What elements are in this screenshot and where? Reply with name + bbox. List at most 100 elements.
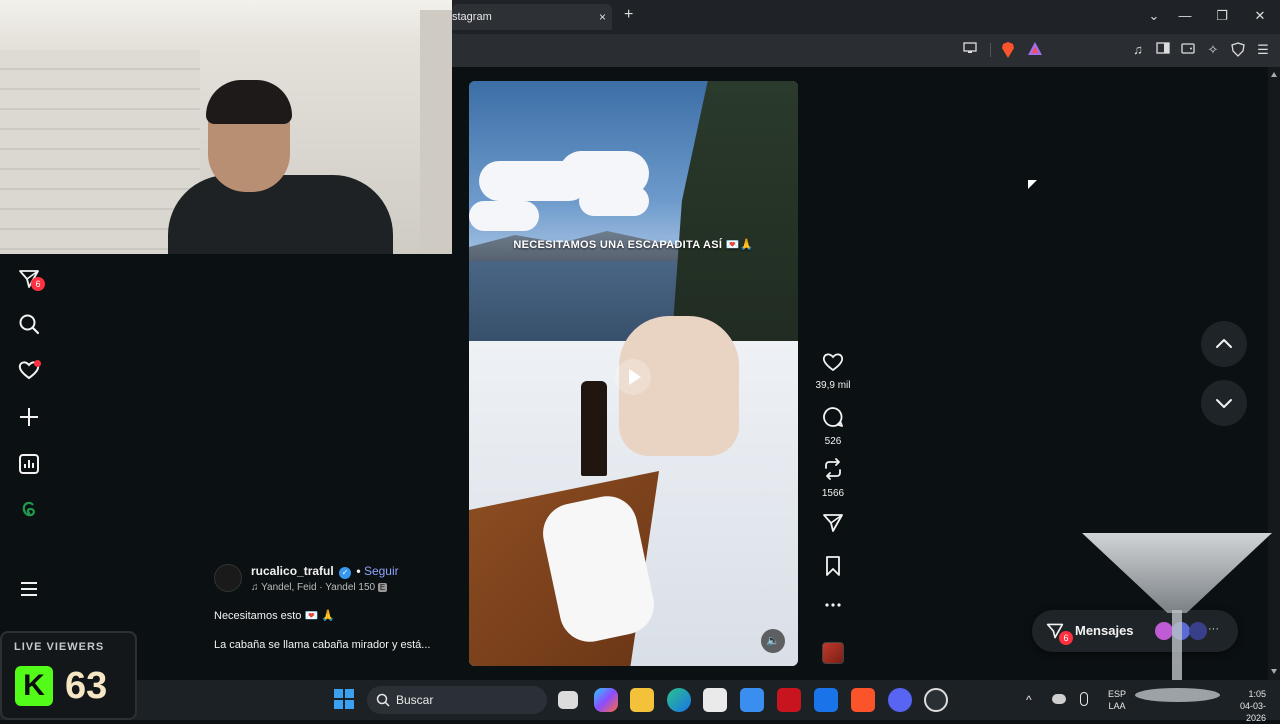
close-window-button[interactable]: ✕ — [1250, 6, 1270, 26]
audio-thumbnail[interactable] — [822, 642, 844, 664]
search-icon — [19, 314, 40, 335]
mcafee-icon[interactable] — [777, 688, 801, 712]
contact-avatar — [1155, 622, 1173, 640]
hamburger-menu-icon — [21, 582, 37, 596]
volume-icon[interactable]: 🔈 — [761, 629, 785, 653]
music-label: Yandel, Feid · Yandel 150 — [261, 582, 376, 593]
close-tab-icon[interactable]: × — [599, 4, 606, 30]
separator-dot: • — [356, 564, 361, 578]
contact-avatar — [1189, 622, 1207, 640]
post-description-more[interactable]: La cabaña se llama cabaña mirador y está… — [214, 639, 430, 651]
chatgpt-icon[interactable] — [924, 688, 948, 712]
dashboard-icon — [19, 454, 39, 474]
search-icon — [376, 693, 390, 707]
discord-icon[interactable] — [888, 688, 912, 712]
reel-video[interactable]: NECESITAMOS UNA ESCAPADITA ASÍ 💌🙏 🔈 — [469, 81, 798, 666]
edge-icon[interactable] — [667, 688, 691, 712]
notification-badge: 6 — [31, 277, 45, 291]
verified-icon: ✓ — [339, 567, 352, 579]
sidebar-item-more[interactable] — [18, 578, 42, 602]
tray-chevron-up-icon[interactable]: ^ — [1026, 693, 1032, 707]
kick-logo-icon: K — [15, 666, 53, 706]
leo-ai-icon[interactable]: ✧ — [1205, 42, 1221, 58]
wallet-icon[interactable] — [1180, 42, 1196, 58]
viewer-count: 63 — [65, 665, 108, 707]
music-row[interactable]: ♫ Yandel, Feid · Yandel 150 E — [251, 582, 388, 593]
webcam-overlay — [0, 0, 452, 254]
share-button[interactable] — [813, 512, 853, 539]
comment-icon — [823, 407, 843, 427]
mouse-cursor — [1028, 180, 1037, 189]
sidebar-item-notifications[interactable] — [18, 359, 42, 383]
brave-icon[interactable] — [851, 688, 875, 712]
sidebar-item-messages[interactable]: 6 — [18, 268, 45, 292]
tab-title: stagram — [452, 11, 492, 23]
messages-pill[interactable]: 6 Mensajes ··· — [1032, 610, 1238, 652]
save-button[interactable] — [813, 555, 853, 582]
minimize-button[interactable]: — — [1175, 6, 1195, 26]
like-count: 39,9 mil — [815, 380, 851, 391]
keyboard-layout: LAA — [1108, 701, 1126, 711]
restore-button[interactable]: ❐ — [1212, 6, 1232, 26]
avatar[interactable] — [214, 564, 242, 592]
sidebar-item-search[interactable] — [18, 313, 42, 337]
microphone-icon[interactable] — [1080, 692, 1088, 706]
clock-date: 04-03-2026 — [1239, 701, 1266, 723]
like-button[interactable]: 39,9 mil — [813, 352, 853, 391]
comment-count: 526 — [824, 436, 842, 447]
plus-icon — [20, 408, 38, 426]
chevron-down-icon — [1216, 399, 1232, 408]
live-viewers-widget: LIVE VIEWERS K 63 — [0, 631, 137, 720]
page-scrollbar[interactable] — [1268, 67, 1280, 680]
brave-shield-icon[interactable] — [1000, 42, 1016, 58]
task-view-icon[interactable] — [558, 691, 578, 709]
follow-button[interactable]: Seguir — [364, 564, 399, 578]
cast-icon[interactable] — [962, 42, 978, 58]
file-explorer-icon[interactable] — [630, 688, 654, 712]
menu-icon[interactable]: ☰ — [1255, 42, 1271, 58]
sidebar-item-threads[interactable] — [18, 499, 42, 523]
new-tab-button[interactable]: + — [624, 6, 640, 26]
clock-time: 1:05 — [1248, 689, 1266, 699]
bookmark-icon — [826, 556, 840, 576]
more-options-button[interactable] — [813, 598, 853, 616]
next-reel-button[interactable] — [1201, 380, 1247, 426]
media-icon[interactable]: ♫ — [1130, 42, 1146, 58]
search-placeholder: Buscar — [396, 693, 434, 707]
chevron-up-icon — [1216, 339, 1232, 348]
outlook-icon[interactable] — [814, 688, 838, 712]
browser-tab[interactable]: stagram × — [452, 4, 612, 30]
clock[interactable]: 1:05 04-03-2026 — [1228, 688, 1266, 724]
martini-glass-base — [1135, 688, 1220, 702]
onedrive-icon[interactable] — [1052, 694, 1066, 704]
windows-start-icon[interactable] — [333, 688, 357, 712]
play-icon[interactable] — [615, 359, 651, 395]
messages-label: Mensajes — [1075, 623, 1134, 638]
username-row: rucalico_traful ✓ • Seguir — [251, 564, 399, 579]
copilot-icon[interactable] — [594, 688, 618, 712]
vpn-icon[interactable] — [1230, 42, 1246, 58]
brave-rewards-icon[interactable] — [1027, 42, 1043, 58]
martini-glass-stem — [1172, 610, 1182, 690]
comment-button[interactable]: 526 — [813, 406, 853, 447]
sidebar-item-create[interactable] — [18, 406, 42, 430]
tab-search-icon[interactable]: ⌄ — [1144, 6, 1164, 26]
language-indicator[interactable]: ESP LAA — [1108, 688, 1126, 712]
toolbar-divider — [990, 43, 991, 57]
more-dots-icon: ··· — [1208, 623, 1219, 635]
share-icon — [823, 514, 843, 532]
sidebar-item-dashboard[interactable] — [18, 453, 42, 477]
live-viewers-label: LIVE VIEWERS — [14, 641, 105, 653]
video-caption: NECESITAMOS UNA ESCAPADITA ASÍ 💌🙏 — [513, 239, 754, 251]
store-icon[interactable] — [703, 688, 727, 712]
more-dots-icon — [825, 603, 841, 607]
repost-button[interactable]: 1566 — [813, 458, 853, 499]
app-icon[interactable] — [740, 688, 764, 712]
taskbar-search[interactable]: Buscar — [367, 686, 547, 714]
sidebar-icon[interactable] — [1155, 42, 1171, 58]
previous-reel-button[interactable] — [1201, 321, 1247, 367]
threads-icon — [22, 501, 35, 517]
username-link[interactable]: rucalico_traful — [251, 564, 334, 578]
heart-icon — [822, 353, 844, 372]
repost-count: 1566 — [821, 488, 845, 499]
